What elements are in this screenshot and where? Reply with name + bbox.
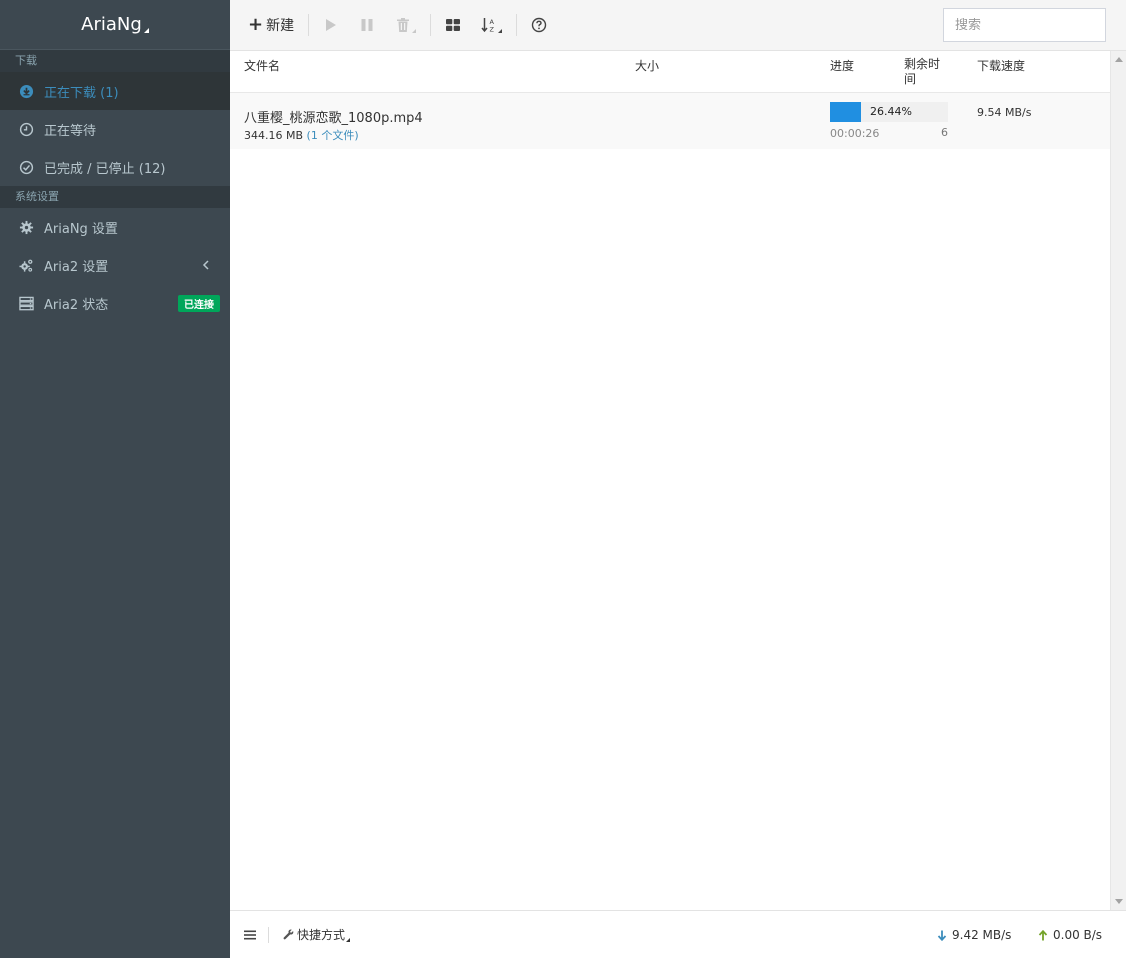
toolbar-divider xyxy=(308,14,310,36)
pause-button[interactable] xyxy=(353,10,381,40)
progress-percent: 26.44% xyxy=(870,105,912,118)
sidebar-item-label: AriaNg 设置 xyxy=(44,221,118,237)
sidebar-item-label: 正在等待 xyxy=(44,123,97,139)
header-remaining[interactable]: 剩余时间 xyxy=(904,57,944,87)
table-row[interactable]: 八重樱_桃源恋歌_1080p.mp4 344.16 MB (1 个文件) 26.… xyxy=(230,93,1110,149)
grid-icon xyxy=(446,19,461,31)
scroll-up-arrow-icon[interactable] xyxy=(1115,57,1123,62)
global-download-speed: 9.42 MB/s xyxy=(937,928,1011,942)
arrow-down-icon xyxy=(937,930,947,941)
gear-icon xyxy=(18,219,34,235)
toolbar-divider xyxy=(516,14,518,36)
search-input[interactable] xyxy=(944,17,1125,33)
sidebar-section-download: 下载 xyxy=(0,50,230,72)
brand-name: AriaNg xyxy=(81,14,142,35)
clock-icon xyxy=(18,121,34,137)
task-meta: 344.16 MB (1 个文件) xyxy=(244,127,359,143)
dropdown-caret-icon xyxy=(412,29,417,33)
table-header: 文件名 大小 进度 剩余时间 下载速度 xyxy=(230,51,1110,93)
sidebar-item-label: 正在下载 (1) xyxy=(44,85,119,101)
server-icon xyxy=(18,295,34,311)
svg-text:Z: Z xyxy=(490,26,495,34)
header-speed[interactable]: 下载速度 xyxy=(977,57,1025,74)
wrench-icon xyxy=(283,929,294,940)
menu-toggle-icon[interactable] xyxy=(244,929,256,941)
sidebar-item-ariang-settings[interactable]: AriaNg 设置 xyxy=(0,208,230,246)
gears-icon xyxy=(18,257,34,273)
arrow-up-icon xyxy=(1038,929,1048,940)
search-box xyxy=(943,8,1125,42)
download-circle-icon xyxy=(18,83,34,99)
scroll-down-arrow-icon[interactable] xyxy=(1115,899,1123,904)
progress-bar: 26.44% xyxy=(830,102,948,122)
header-size[interactable]: 大小 xyxy=(635,57,659,74)
sidebar-item-label: 已完成 / 已停止 (12) xyxy=(44,161,166,177)
task-download-speed: 9.54 MB/s xyxy=(977,106,1032,119)
sort-alpha-icon: AZ xyxy=(481,18,495,34)
sidebar-item-downloading[interactable]: 正在下载 (1) xyxy=(0,72,230,110)
view-toggle-button[interactable] xyxy=(439,10,467,40)
header-progress[interactable]: 进度 xyxy=(830,57,854,74)
download-speed-value: 9.42 MB/s xyxy=(952,928,1012,942)
resume-button[interactable] xyxy=(317,10,345,40)
footer: 快捷方式 9.42 MB/s 0.00 B/s xyxy=(230,910,1126,958)
pause-icon xyxy=(361,19,373,31)
shortcuts-label: 快捷方式 xyxy=(297,928,346,942)
sidebar-section-settings: 系统设置 xyxy=(0,186,230,208)
sort-button[interactable]: AZ xyxy=(475,10,508,40)
header-filename[interactable]: 文件名 xyxy=(244,57,280,74)
scrollbar[interactable] xyxy=(1110,51,1126,910)
progress-bar-fill xyxy=(830,102,862,122)
task-list: 文件名 大小 进度 剩余时间 下载速度 八重樱_桃源恋歌_1080p.mp4 3… xyxy=(230,51,1110,910)
new-task-label: 新建 xyxy=(266,18,295,34)
upload-speed-value: 0.00 B/s xyxy=(1053,928,1103,942)
sidebar-item-waiting[interactable]: 正在等待 xyxy=(0,110,230,148)
plus-icon: + xyxy=(248,14,264,35)
toolbar: + 新建 AZ xyxy=(230,0,1126,51)
sidebar-item-label: Aria2 设置 xyxy=(44,259,109,275)
shortcuts-button[interactable]: 快捷方式 xyxy=(283,926,351,943)
chevron-left-icon xyxy=(202,260,209,270)
sidebar-item-aria2-status[interactable]: Aria2 状态 已连接 xyxy=(0,284,230,322)
help-button[interactable] xyxy=(525,10,553,40)
task-remaining-time: 00:00:26 xyxy=(830,127,880,140)
new-task-button[interactable]: + 新建 xyxy=(242,10,300,40)
sidebar-item-stopped[interactable]: 已完成 / 已停止 (12) xyxy=(0,148,230,186)
trash-icon xyxy=(397,18,410,32)
global-upload-speed: 0.00 B/s xyxy=(1038,928,1102,942)
play-icon xyxy=(326,19,337,31)
task-files-link[interactable]: (1 个文件) xyxy=(307,129,359,142)
sidebar: AriaNg 下载 正在下载 (1) 正在等待 已完成 / 已停止 (12) 系… xyxy=(0,0,230,958)
toolbar-divider xyxy=(430,14,432,36)
dropdown-caret-icon xyxy=(498,29,503,33)
task-filename[interactable]: 八重樱_桃源恋歌_1080p.mp4 xyxy=(244,107,423,126)
question-circle-icon xyxy=(531,17,547,33)
footer-divider xyxy=(268,926,269,943)
sidebar-item-aria2-settings[interactable]: Aria2 设置 xyxy=(0,246,230,284)
task-connections: 6 xyxy=(941,126,948,139)
check-circle-icon xyxy=(18,159,34,175)
task-size: 344.16 MB xyxy=(244,129,304,142)
delete-button[interactable] xyxy=(389,10,422,40)
brand-dropdown-icon xyxy=(143,28,149,33)
status-badge: 已连接 xyxy=(178,295,220,312)
sidebar-item-label: Aria2 状态 xyxy=(44,297,109,313)
brand-logo[interactable]: AriaNg xyxy=(0,0,230,50)
dropdown-caret-icon xyxy=(346,937,351,942)
